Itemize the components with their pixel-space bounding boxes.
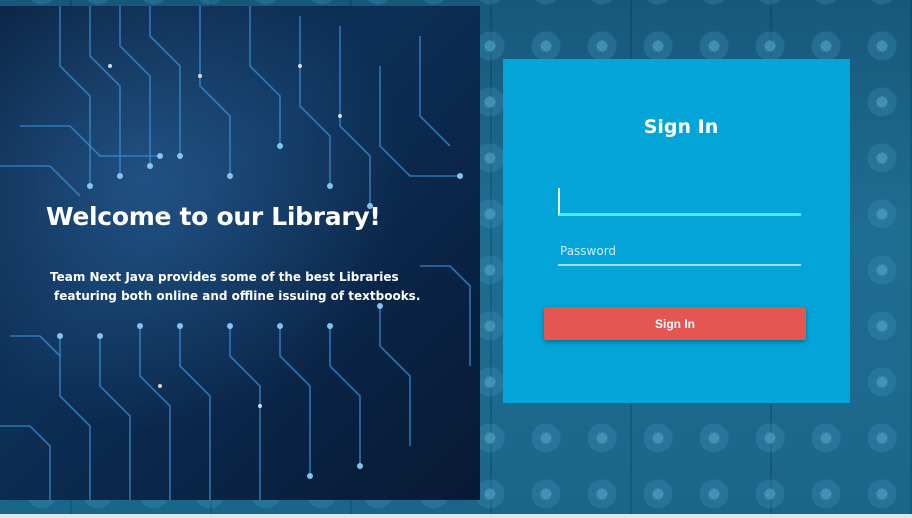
bottom-edge (0, 514, 912, 518)
signin-heading: Sign In (643, 116, 719, 138)
signin-card: Sign In Sign In (503, 59, 850, 403)
password-field[interactable] (558, 238, 801, 266)
username-field[interactable] (558, 188, 801, 216)
welcome-description-line-1: Team Next Java provides some of the best… (50, 270, 399, 284)
signin-button[interactable]: Sign In (544, 307, 806, 340)
welcome-description: Team Next Java provides some of the best… (50, 268, 430, 306)
welcome-panel: Welcome to our Library! Team Next Java p… (0, 6, 480, 500)
circuit-board-image (0, 6, 471, 500)
welcome-description-line-2: featuring both online and offline issuin… (54, 289, 421, 303)
welcome-title: Welcome to our Library! (46, 202, 381, 231)
page-background: Welcome to our Library! Team Next Java p… (0, 0, 912, 518)
